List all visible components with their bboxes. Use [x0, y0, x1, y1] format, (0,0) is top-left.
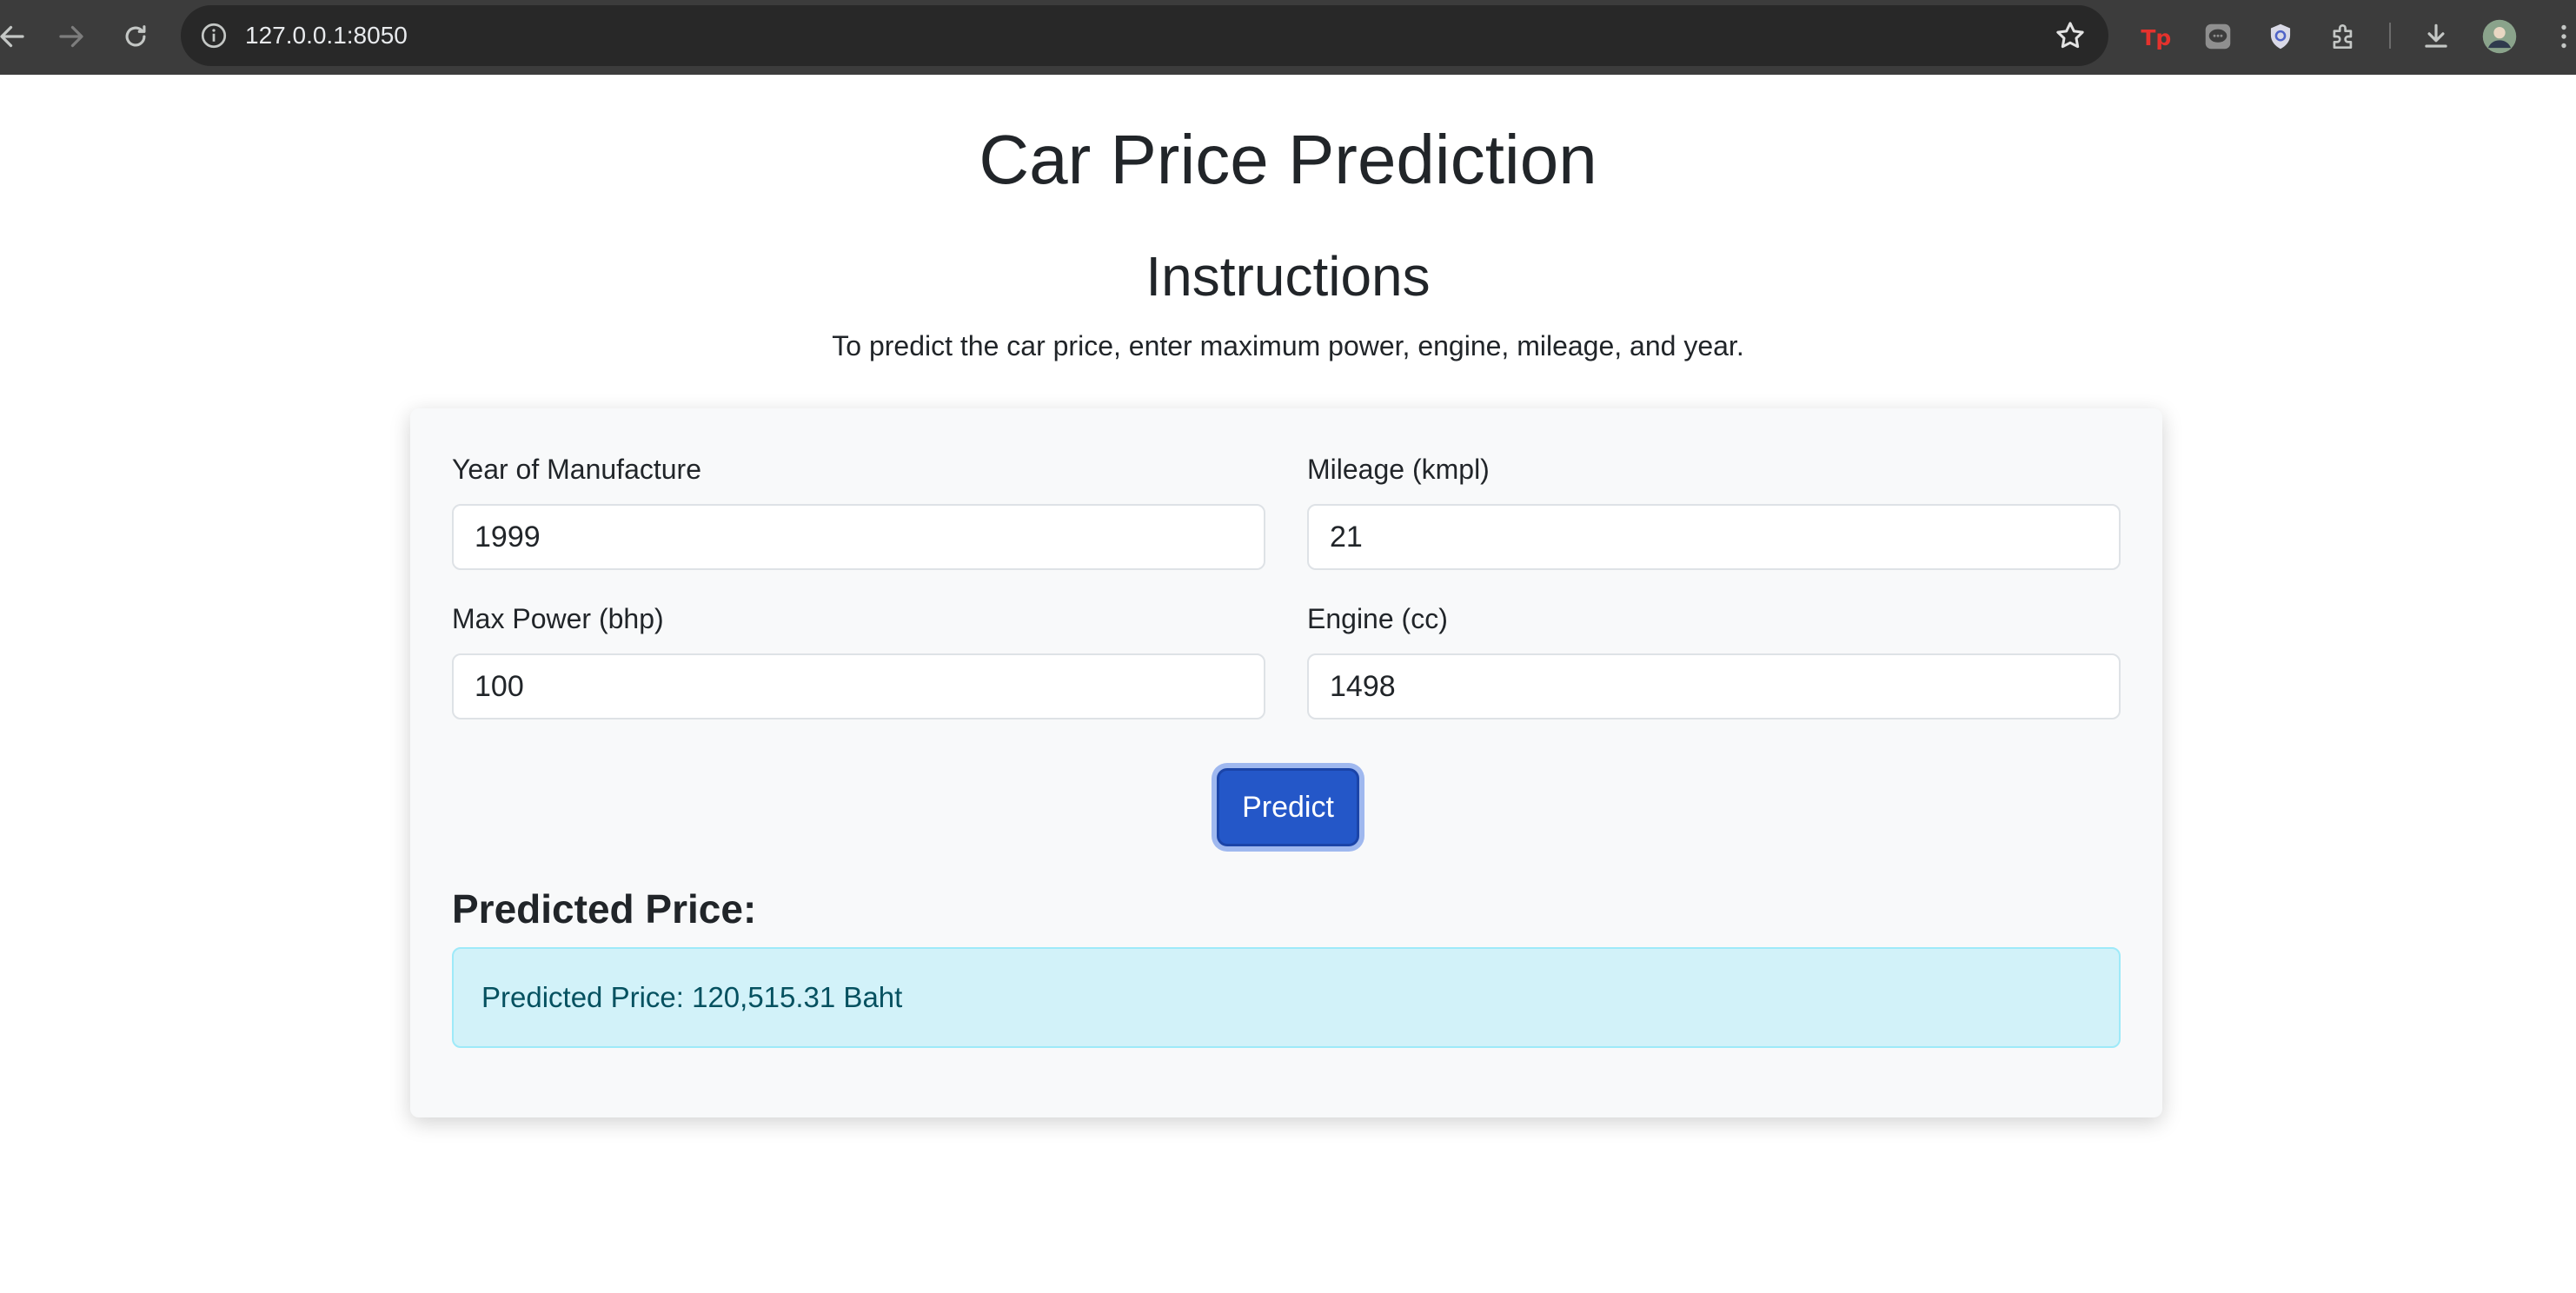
shield-extension-icon[interactable]	[2260, 16, 2301, 57]
star-icon[interactable]	[2053, 18, 2088, 53]
info-icon[interactable]	[198, 20, 229, 51]
address-bar[interactable]: 127.0.0.1:8050	[181, 5, 2108, 66]
tp-extension-icon[interactable]: Tp	[2134, 16, 2176, 57]
download-icon[interactable]	[2415, 16, 2457, 57]
instructions-text: To predict the car price, enter maximum …	[832, 330, 1744, 361]
predict-button[interactable]: Predict	[1217, 768, 1359, 846]
engine-input[interactable]	[1307, 653, 2121, 719]
instructions-heading: Instructions	[1145, 245, 1431, 308]
chat-extension-icon[interactable]	[2197, 16, 2239, 57]
year-input[interactable]	[452, 504, 1265, 570]
mileage-label: Mileage (kmpl)	[1307, 454, 1490, 485]
back-icon[interactable]	[0, 16, 33, 57]
svg-text:Tp: Tp	[2141, 25, 2171, 50]
reload-icon[interactable]	[115, 16, 156, 57]
forward-icon[interactable]	[50, 16, 92, 57]
toolbar-separator	[2389, 23, 2391, 49]
predicted-price-alert: Predicted Price: 120,515.31 Baht	[452, 947, 2121, 1048]
avatar[interactable]	[2479, 16, 2520, 57]
url-text[interactable]: 127.0.0.1:8050	[245, 5, 408, 66]
predicted-price-heading: Predicted Price:	[452, 886, 757, 932]
puzzle-icon[interactable]	[2323, 16, 2365, 57]
max-power-input[interactable]	[452, 653, 1265, 719]
prediction-form-card: Year of Manufacture Mileage (kmpl) Max P…	[410, 408, 2162, 1117]
engine-label: Engine (cc)	[1307, 603, 1448, 634]
menu-icon[interactable]	[2543, 16, 2576, 57]
page-title: Car Price Prediction	[979, 121, 1597, 198]
max-power-label: Max Power (bhp)	[452, 603, 664, 634]
year-label: Year of Manufacture	[452, 454, 701, 485]
browser-toolbar: 127.0.0.1:8050 Tp	[0, 0, 2576, 75]
mileage-input[interactable]	[1307, 504, 2121, 570]
